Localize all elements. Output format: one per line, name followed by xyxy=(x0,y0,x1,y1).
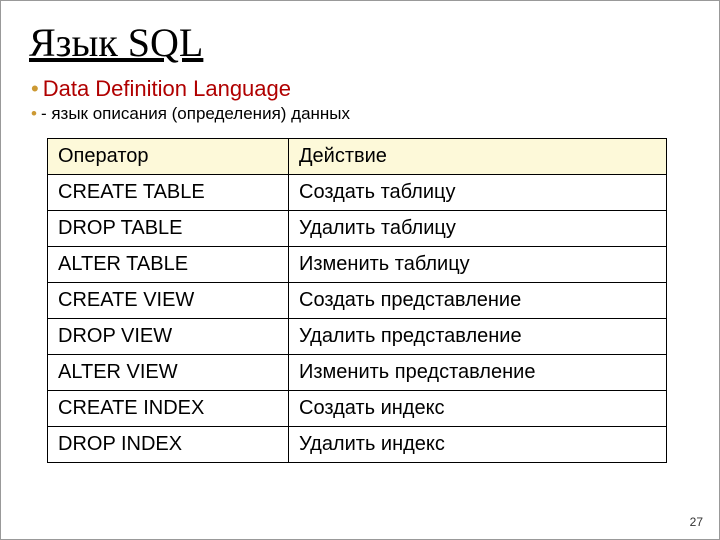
table-row: ALTER VIEW Изменить представление xyxy=(48,355,667,391)
table-row: CREATE INDEX Создать индекс xyxy=(48,391,667,427)
cell-operator: DROP TABLE xyxy=(48,211,289,247)
page-number: 27 xyxy=(690,515,703,529)
subtitle-main: •Data Definition Language xyxy=(31,76,691,102)
table-row: DROP INDEX Удалить индекс xyxy=(48,427,667,463)
header-operator: Оператор xyxy=(48,139,289,175)
table-row: CREATE TABLE Создать таблицу xyxy=(48,175,667,211)
bullet-icon: • xyxy=(31,76,39,101)
header-action: Действие xyxy=(289,139,667,175)
cell-action: Удалить индекс xyxy=(289,427,667,463)
cell-operator: CREATE INDEX xyxy=(48,391,289,427)
subtitle-main-text: Data Definition Language xyxy=(43,76,291,101)
cell-operator: ALTER TABLE xyxy=(48,247,289,283)
cell-operator: ALTER VIEW xyxy=(48,355,289,391)
cell-action: Удалить таблицу xyxy=(289,211,667,247)
cell-operator: DROP VIEW xyxy=(48,319,289,355)
table-row: DROP VIEW Удалить представление xyxy=(48,319,667,355)
cell-operator: DROP INDEX xyxy=(48,427,289,463)
table-row: CREATE VIEW Создать представление xyxy=(48,283,667,319)
bullet-icon: • xyxy=(31,104,37,123)
table-row: DROP TABLE Удалить таблицу xyxy=(48,211,667,247)
cell-action: Создать представление xyxy=(289,283,667,319)
table-row: ALTER TABLE Изменить таблицу xyxy=(48,247,667,283)
slide-title: Язык SQL xyxy=(29,19,691,66)
cell-action: Изменить таблицу xyxy=(289,247,667,283)
sql-operators-table: Оператор Действие CREATE TABLE Создать т… xyxy=(47,138,667,463)
subtitle-sub: •- язык описания (определения) данных xyxy=(31,104,691,124)
cell-operator: CREATE TABLE xyxy=(48,175,289,211)
cell-action: Создать таблицу xyxy=(289,175,667,211)
cell-action: Создать индекс xyxy=(289,391,667,427)
cell-operator: CREATE VIEW xyxy=(48,283,289,319)
subtitle-sub-text: - язык описания (определения) данных xyxy=(41,104,350,123)
cell-action: Изменить представление xyxy=(289,355,667,391)
cell-action: Удалить представление xyxy=(289,319,667,355)
table-header-row: Оператор Действие xyxy=(48,139,667,175)
